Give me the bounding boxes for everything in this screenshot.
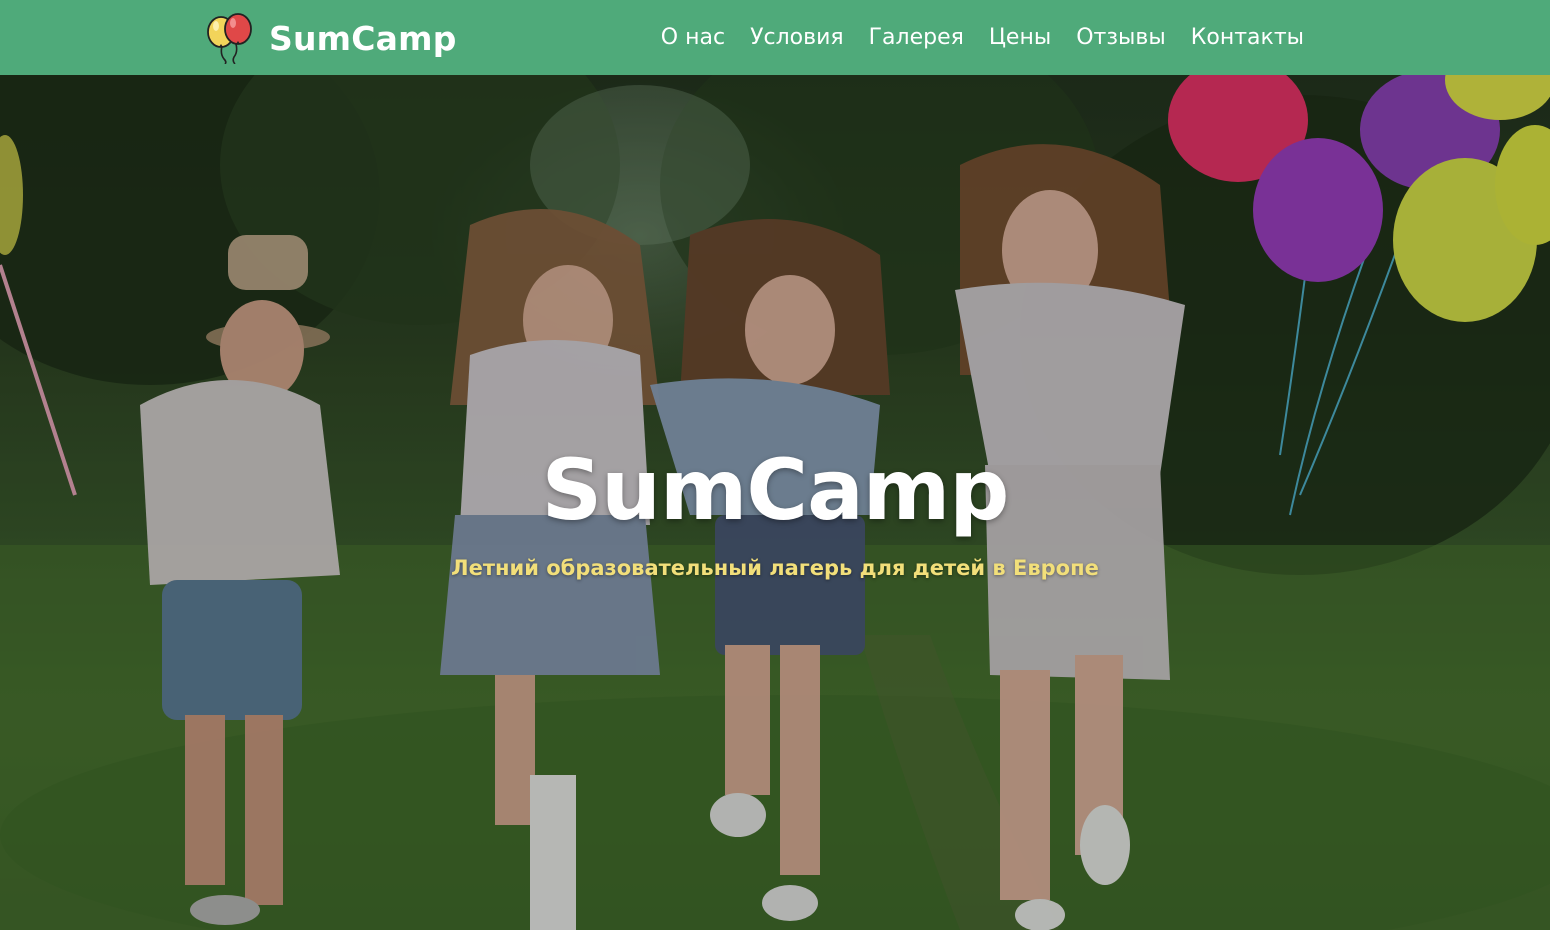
main-nav: О нас Условия Галерея Цены Отзывы Контак… [661,0,1304,75]
hero-section: SumCamp Летний образовательный лагерь дл… [0,75,1550,930]
logo-text: SumCamp [269,18,457,58]
nav-link-reviews[interactable]: Отзывы [1076,25,1166,50]
site-header: SumCamp О нас Условия Галерея Цены Отзыв… [0,0,1550,75]
nav-link-contacts[interactable]: Контакты [1191,25,1304,50]
hero-subtitle: Летний образовательный лагерь для детей … [451,556,1099,580]
nav-link-gallery[interactable]: Галерея [869,25,964,50]
logo-link[interactable]: SumCamp [205,12,457,64]
nav-link-conditions[interactable]: Условия [750,25,844,50]
balloons-icon [207,13,252,64]
hero-title: SumCamp [541,441,1010,539]
nav-link-prices[interactable]: Цены [989,25,1051,50]
nav-link-about[interactable]: О нас [661,25,725,50]
